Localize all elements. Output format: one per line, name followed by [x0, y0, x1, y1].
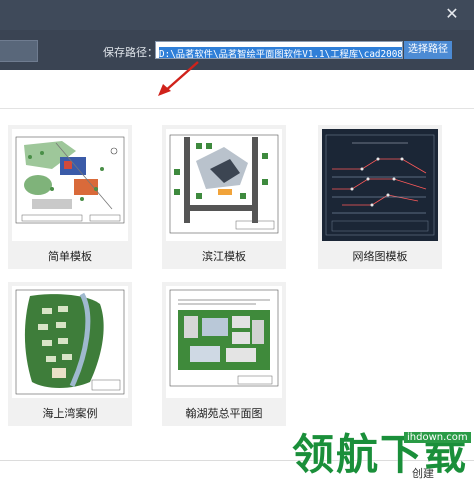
template-label: 海上湾案例 [42, 407, 98, 420]
template-thumbnail [322, 129, 438, 241]
project-name-field[interactable] [0, 40, 38, 62]
template-card-hanhuyuan[interactable]: 翰湖苑总平面图 [162, 282, 286, 426]
section-divider [0, 108, 474, 109]
template-label: 滨江模板 [202, 250, 246, 263]
template-card-binjiang[interactable]: 滨江模板 [162, 125, 286, 269]
choose-path-button[interactable]: 选择路径 [404, 41, 452, 59]
annotation-arrow-icon [158, 61, 199, 96]
template-card-haishangwan[interactable]: 海上湾案例 [8, 282, 132, 426]
path-toolbar: 保存路径： D:\品茗软件\品茗智绘平面图软件V1.1\工程库\cad2008 … [0, 30, 474, 70]
template-thumbnail [166, 286, 282, 398]
watermark-url: ihdown.com [404, 432, 471, 443]
close-icon[interactable]: ✕ [444, 6, 460, 22]
template-thumbnail [12, 129, 128, 241]
template-thumbnail [166, 129, 282, 241]
save-path-label: 保存路径： [103, 46, 158, 59]
template-card-simple[interactable]: 简单模板 [8, 125, 132, 269]
template-thumbnail [12, 286, 128, 398]
template-label: 网络图模板 [352, 250, 408, 263]
template-label: 翰湖苑总平面图 [185, 407, 263, 420]
template-label: 简单模板 [48, 250, 92, 263]
template-card-network[interactable]: 网络图模板 [318, 125, 442, 269]
save-path-input[interactable]: D:\品茗软件\品茗智绘平面图软件V1.1\工程库\cad2008 [155, 41, 403, 59]
window-titlebar: ✕ [0, 0, 474, 30]
